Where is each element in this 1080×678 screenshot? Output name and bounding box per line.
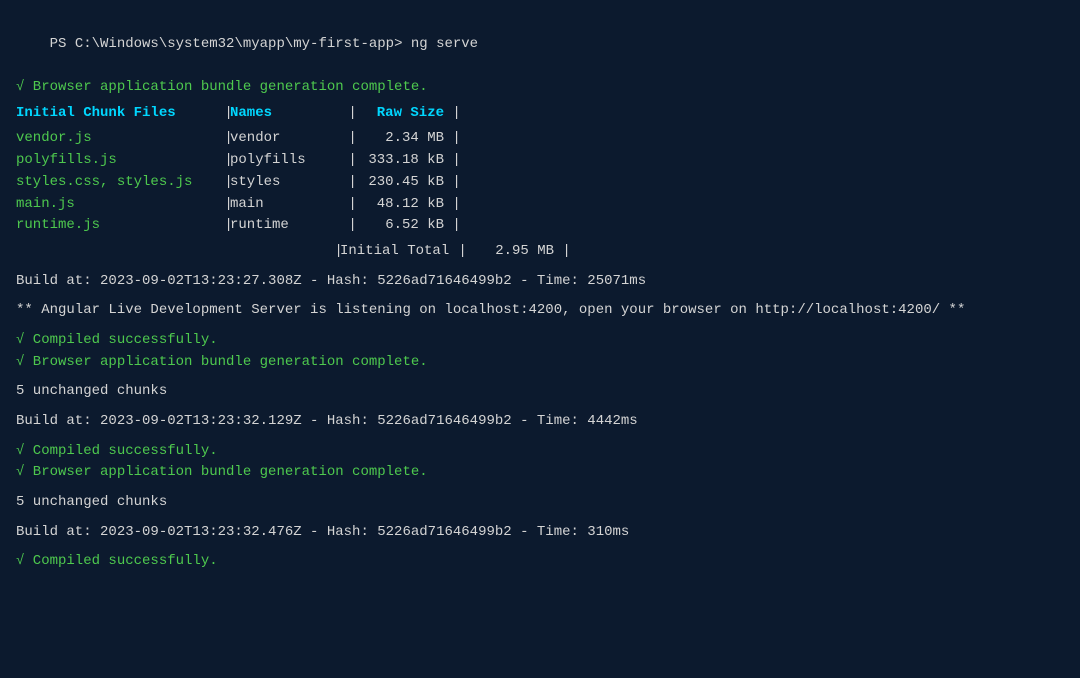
chunk-sep2-1: | <box>340 150 354 172</box>
chunk-sep2-2: | <box>340 172 354 194</box>
bundle-complete-line-3: √ Browser application bundle generation … <box>16 462 1064 484</box>
total-sep-1: | <box>326 241 340 263</box>
col-end-header: | <box>444 103 454 125</box>
total-label-space <box>16 241 326 263</box>
chunk-end-0: | <box>444 128 454 150</box>
col-header-name: Names <box>230 103 340 125</box>
bundle-complete-line-1: √ Browser application bundle generation … <box>16 77 1064 99</box>
chunk-end-3: | <box>444 194 454 216</box>
total-row: | Initial Total | 2.95 MB | <box>16 241 1064 263</box>
build-line-2: Build at: 2023-09-02T13:23:32.129Z - Has… <box>16 411 1064 433</box>
angular-server-line: ** Angular Live Development Server is li… <box>16 300 1064 322</box>
chunk-end-4: | <box>444 215 454 237</box>
prompt-line: PS C:\Windows\system32\myapp\my-first-ap… <box>16 12 1064 77</box>
chunk-row-3: main.js | main | 48.12 kB | <box>16 194 1064 216</box>
total-sep-2: | <box>450 241 464 263</box>
chunk-file-4: runtime.js <box>16 215 216 237</box>
compiled-line-3: √ Compiled successfully. <box>16 551 1064 573</box>
chunk-sep2-3: | <box>340 194 354 216</box>
chunk-name-3: main <box>230 194 340 216</box>
chunk-sep2-0: | <box>340 128 354 150</box>
chunk-row-2: styles.css, styles.js | styles | 230.45 … <box>16 172 1064 194</box>
chunk-name-1: polyfills <box>230 150 340 172</box>
chunk-file-1: polyfills.js <box>16 150 216 172</box>
prompt-text: PS C:\Windows\system32\myapp\my-first-ap… <box>50 36 403 52</box>
unchanged-chunks-1: 5 unchanged chunks <box>16 381 1064 403</box>
chunk-name-0: vendor <box>230 128 340 150</box>
terminal: PS C:\Windows\system32\myapp\my-first-ap… <box>16 12 1064 573</box>
compiled-line-1: √ Compiled successfully. <box>16 330 1064 352</box>
chunk-size-2: 230.45 kB <box>354 172 444 194</box>
chunk-sep1-0: | <box>216 128 230 150</box>
chunk-file-2: styles.css, styles.js <box>16 172 216 194</box>
chunk-file-3: main.js <box>16 194 216 216</box>
chunk-size-0: 2.34 MB <box>354 128 444 150</box>
col-sep-1: | <box>216 103 230 125</box>
chunk-sep2-4: | <box>340 215 354 237</box>
chunk-sep1-4: | <box>216 215 230 237</box>
chunk-sep1-2: | <box>216 172 230 194</box>
chunk-table: vendor.js | vendor | 2.34 MB |polyfills.… <box>16 128 1064 236</box>
chunk-size-1: 333.18 kB <box>354 150 444 172</box>
unchanged-chunks-2: 5 unchanged chunks <box>16 492 1064 514</box>
chunk-name-4: runtime <box>230 215 340 237</box>
chunk-size-4: 6.52 kB <box>354 215 444 237</box>
compiled-line-2: √ Compiled successfully. <box>16 441 1064 463</box>
total-label-text: Initial Total <box>340 241 450 263</box>
chunk-end-1: | <box>444 150 454 172</box>
bundle-complete-line-2: √ Browser application bundle generation … <box>16 352 1064 374</box>
col-end-total: | <box>554 241 564 263</box>
chunk-row-4: runtime.js | runtime | 6.52 kB | <box>16 215 1064 237</box>
chunk-name-2: styles <box>230 172 340 194</box>
chunk-file-0: vendor.js <box>16 128 216 150</box>
chunk-sep1-3: | <box>216 194 230 216</box>
col-sep-2: | <box>340 103 354 125</box>
chunk-size-3: 48.12 kB <box>354 194 444 216</box>
build-line-1: Build at: 2023-09-02T13:23:27.308Z - Has… <box>16 271 1064 293</box>
total-size-value: 2.95 MB <box>464 241 554 263</box>
col-header-size: Raw Size <box>354 103 444 125</box>
col-header-file: Initial Chunk Files <box>16 103 216 125</box>
chunk-end-2: | <box>444 172 454 194</box>
chunk-row-1: polyfills.js | polyfills | 333.18 kB | <box>16 150 1064 172</box>
chunk-sep1-1: | <box>216 150 230 172</box>
build-line-3: Build at: 2023-09-02T13:23:32.476Z - Has… <box>16 522 1064 544</box>
chunk-table-header: Initial Chunk Files | Names | Raw Size | <box>16 103 1064 125</box>
chunk-row-0: vendor.js | vendor | 2.34 MB | <box>16 128 1064 150</box>
command-text: ng serve <box>402 36 478 52</box>
